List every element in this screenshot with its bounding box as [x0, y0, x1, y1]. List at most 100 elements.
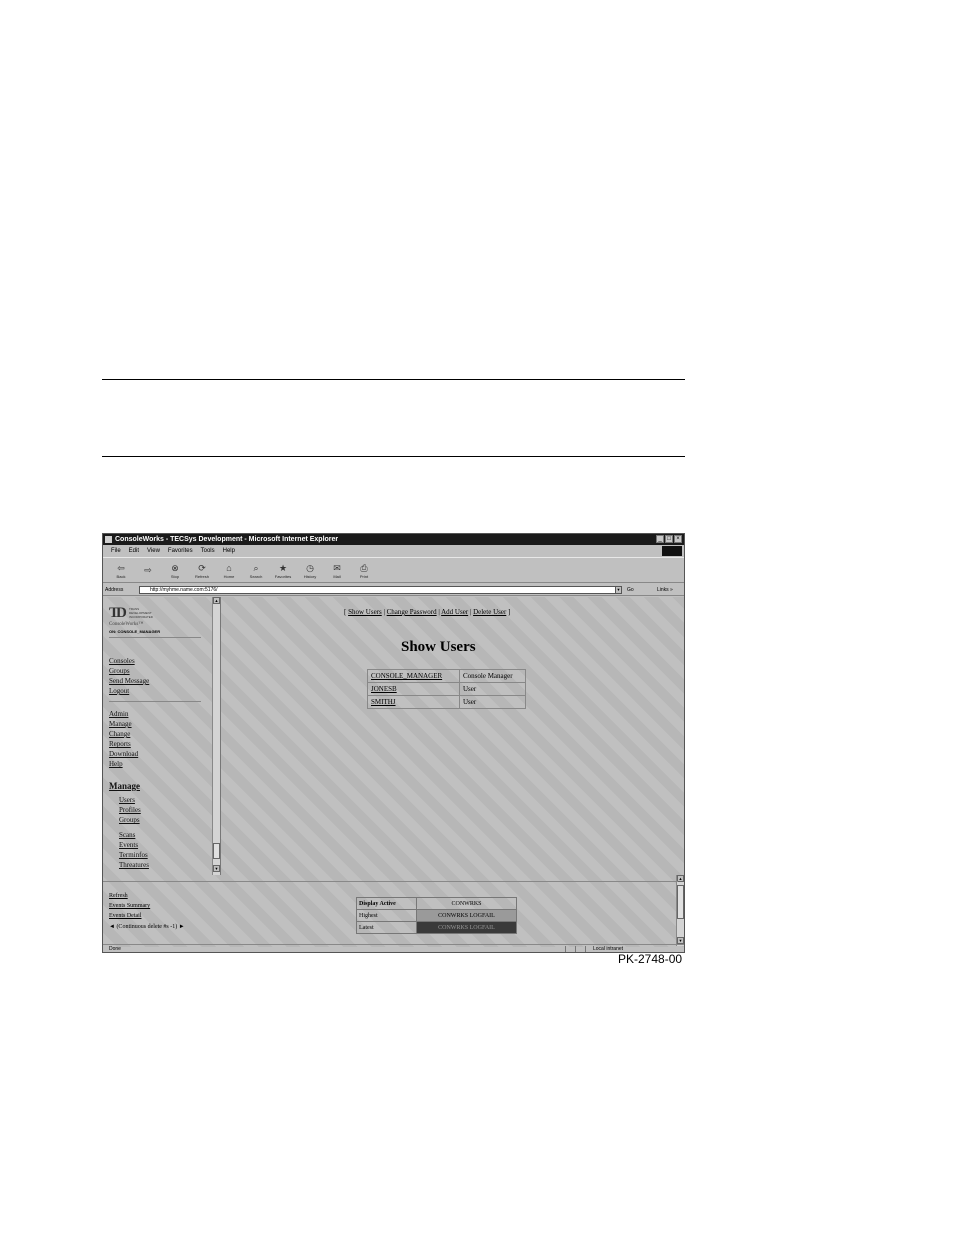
- search-button[interactable]: ⌕ Search: [244, 558, 268, 582]
- company-name: TRANS DEVELOPMENT INCORPORATED: [129, 607, 153, 619]
- sidebar-scrollbar[interactable]: ▲ ▼: [212, 597, 220, 875]
- refresh-icon: ⟳: [198, 562, 206, 573]
- status-divider: [585, 946, 586, 952]
- table-row: SMITHJ User: [367, 695, 526, 709]
- display-active-label: Display Active: [356, 897, 417, 910]
- menu-edit[interactable]: Edit: [129, 545, 139, 557]
- mail-button[interactable]: ✉ Mail: [325, 558, 349, 582]
- continuous-delete-control[interactable]: ◄ (Continuous delete #s -1) ►: [109, 924, 185, 930]
- user-actions-nav: [ Show Users | Change Password | Add Use…: [344, 608, 511, 616]
- back-arrow-icon: ⇦: [117, 562, 125, 573]
- display-active-value: CONWRKS: [416, 897, 517, 910]
- user-role: User: [459, 682, 526, 696]
- events-table: Display Active CONWRKS Highest CONWRKS L…: [356, 897, 517, 934]
- stop-icon: ⊗: [171, 562, 179, 573]
- table-row: Latest CONWRKS LOGFAIL: [356, 921, 517, 934]
- refresh-button[interactable]: ⟳ Refresh: [190, 558, 214, 582]
- scroll-down-arrow-icon[interactable]: ▼: [677, 937, 684, 944]
- manage-item-scans[interactable]: Scans: [119, 831, 135, 839]
- highest-label: Highest: [356, 909, 417, 922]
- scroll-thumb[interactable]: [213, 843, 220, 859]
- print-button[interactable]: ⎙ Print: [352, 558, 376, 582]
- sidebar-item-download[interactable]: Download: [109, 750, 138, 758]
- show-users-link[interactable]: Show Users: [348, 608, 382, 616]
- events-summary-link[interactable]: Events Summary: [109, 903, 150, 909]
- status-text: Done: [109, 946, 121, 952]
- latest-event[interactable]: CONWRKS LOGFAIL: [416, 921, 517, 934]
- manage-item-users[interactable]: Users: [119, 796, 135, 804]
- status-divider: [575, 946, 576, 952]
- minimize-button[interactable]: _: [656, 535, 664, 543]
- address-dropdown-button[interactable]: ▼: [615, 586, 622, 594]
- top-rule: [102, 379, 685, 380]
- address-label: Address: [105, 587, 124, 593]
- refresh-link[interactable]: Refresh: [109, 893, 128, 899]
- manage-item-terminfos[interactable]: Terminfos: [119, 851, 148, 859]
- close-button[interactable]: ×: [674, 535, 682, 543]
- sidebar-item-consoles[interactable]: Consoles: [109, 657, 135, 665]
- scroll-up-arrow-icon[interactable]: ▲: [677, 875, 684, 882]
- ie-icon: [105, 536, 112, 543]
- change-password-link[interactable]: Change Password: [387, 608, 437, 616]
- sidebar-item-change[interactable]: Change: [109, 730, 130, 738]
- sidebar-item-reports[interactable]: Reports: [109, 740, 131, 748]
- table-row: Highest CONWRKS LOGFAIL: [356, 909, 517, 922]
- links-button[interactable]: Links »: [657, 584, 673, 596]
- scroll-thumb[interactable]: [677, 885, 684, 919]
- address-bar: Address http://myhme.name.com:5176/ ▼ Go…: [103, 584, 684, 596]
- user-name-link[interactable]: JONESB: [367, 682, 460, 696]
- bottom-rule: [102, 456, 685, 457]
- print-icon: ⎙: [360, 562, 368, 573]
- manage-item-events[interactable]: Events: [119, 841, 138, 849]
- menu-tools[interactable]: Tools: [201, 545, 215, 557]
- windows-logo-icon: [662, 546, 682, 556]
- menu-help[interactable]: Help: [223, 545, 235, 557]
- status-divider: [565, 946, 566, 952]
- stop-button[interactable]: ⊗ Stop: [163, 558, 187, 582]
- user-name-link[interactable]: SMITHJ: [367, 695, 460, 709]
- manage-item-threatures[interactable]: Threatures: [119, 861, 149, 869]
- highest-event[interactable]: CONWRKS LOGFAIL: [416, 909, 517, 922]
- status-bar: Done Local intranet: [103, 944, 684, 952]
- figure-identifier: PK-2748-00: [618, 952, 683, 966]
- company-logo: TD TRANS DEVELOPMENT INCORPORATED: [109, 605, 169, 621]
- table-row: CONSOLE_MANAGER Console Manager: [367, 669, 526, 683]
- forward-button[interactable]: ⇨: [136, 558, 160, 582]
- delete-user-link[interactable]: Delete User: [473, 608, 506, 616]
- scroll-up-arrow-icon[interactable]: ▲: [213, 597, 220, 604]
- sidebar-item-logout[interactable]: Logout: [109, 687, 129, 695]
- td-logo-mark: TD: [109, 605, 127, 621]
- logged-in-user: ON: CONSOLE_MANAGER: [109, 629, 161, 634]
- lower-frame-scrollbar[interactable]: ▲ ▼: [676, 875, 684, 946]
- sidebar-divider: [109, 637, 201, 638]
- home-button[interactable]: ⌂ Home: [217, 558, 241, 582]
- maximize-button[interactable]: □: [665, 535, 673, 543]
- latest-label: Latest: [356, 921, 417, 934]
- sidebar-item-help[interactable]: Help: [109, 760, 123, 768]
- window-title: ConsoleWorks - TECSys Development - Micr…: [115, 536, 339, 543]
- title-bar: ConsoleWorks - TECSys Development - Micr…: [103, 534, 684, 545]
- sidebar-item-send-message[interactable]: Send Message: [109, 677, 149, 685]
- menu-file[interactable]: File: [111, 545, 121, 557]
- sidebar-item-manage[interactable]: Manage: [109, 720, 132, 728]
- address-input[interactable]: http://myhme.name.com:5176/: [139, 586, 621, 594]
- events-detail-link[interactable]: Events Detail: [109, 913, 142, 919]
- sidebar-item-groups[interactable]: Groups: [109, 667, 130, 675]
- history-button[interactable]: ◷ History: [298, 558, 322, 582]
- browser-window: ConsoleWorks - TECSys Development - Micr…: [102, 533, 685, 953]
- manage-heading: Manage: [109, 781, 140, 791]
- user-name-link[interactable]: CONSOLE_MANAGER: [367, 669, 460, 683]
- page-title: Show Users: [401, 639, 476, 655]
- back-button[interactable]: ⇦ Back: [109, 558, 133, 582]
- add-user-link[interactable]: Add User: [441, 608, 468, 616]
- favorites-button[interactable]: ★ Favorites: [271, 558, 295, 582]
- manage-item-groups[interactable]: Groups: [119, 816, 140, 824]
- manage-item-profiles[interactable]: Profiles: [119, 806, 141, 814]
- scroll-down-arrow-icon[interactable]: ▼: [213, 865, 220, 872]
- user-role: User: [459, 695, 526, 709]
- sidebar-item-admin[interactable]: Admin: [109, 710, 128, 718]
- menu-view[interactable]: View: [147, 545, 160, 557]
- favorites-icon: ★: [278, 562, 288, 573]
- go-button[interactable]: Go: [627, 584, 634, 596]
- menu-favorites[interactable]: Favorites: [168, 545, 193, 557]
